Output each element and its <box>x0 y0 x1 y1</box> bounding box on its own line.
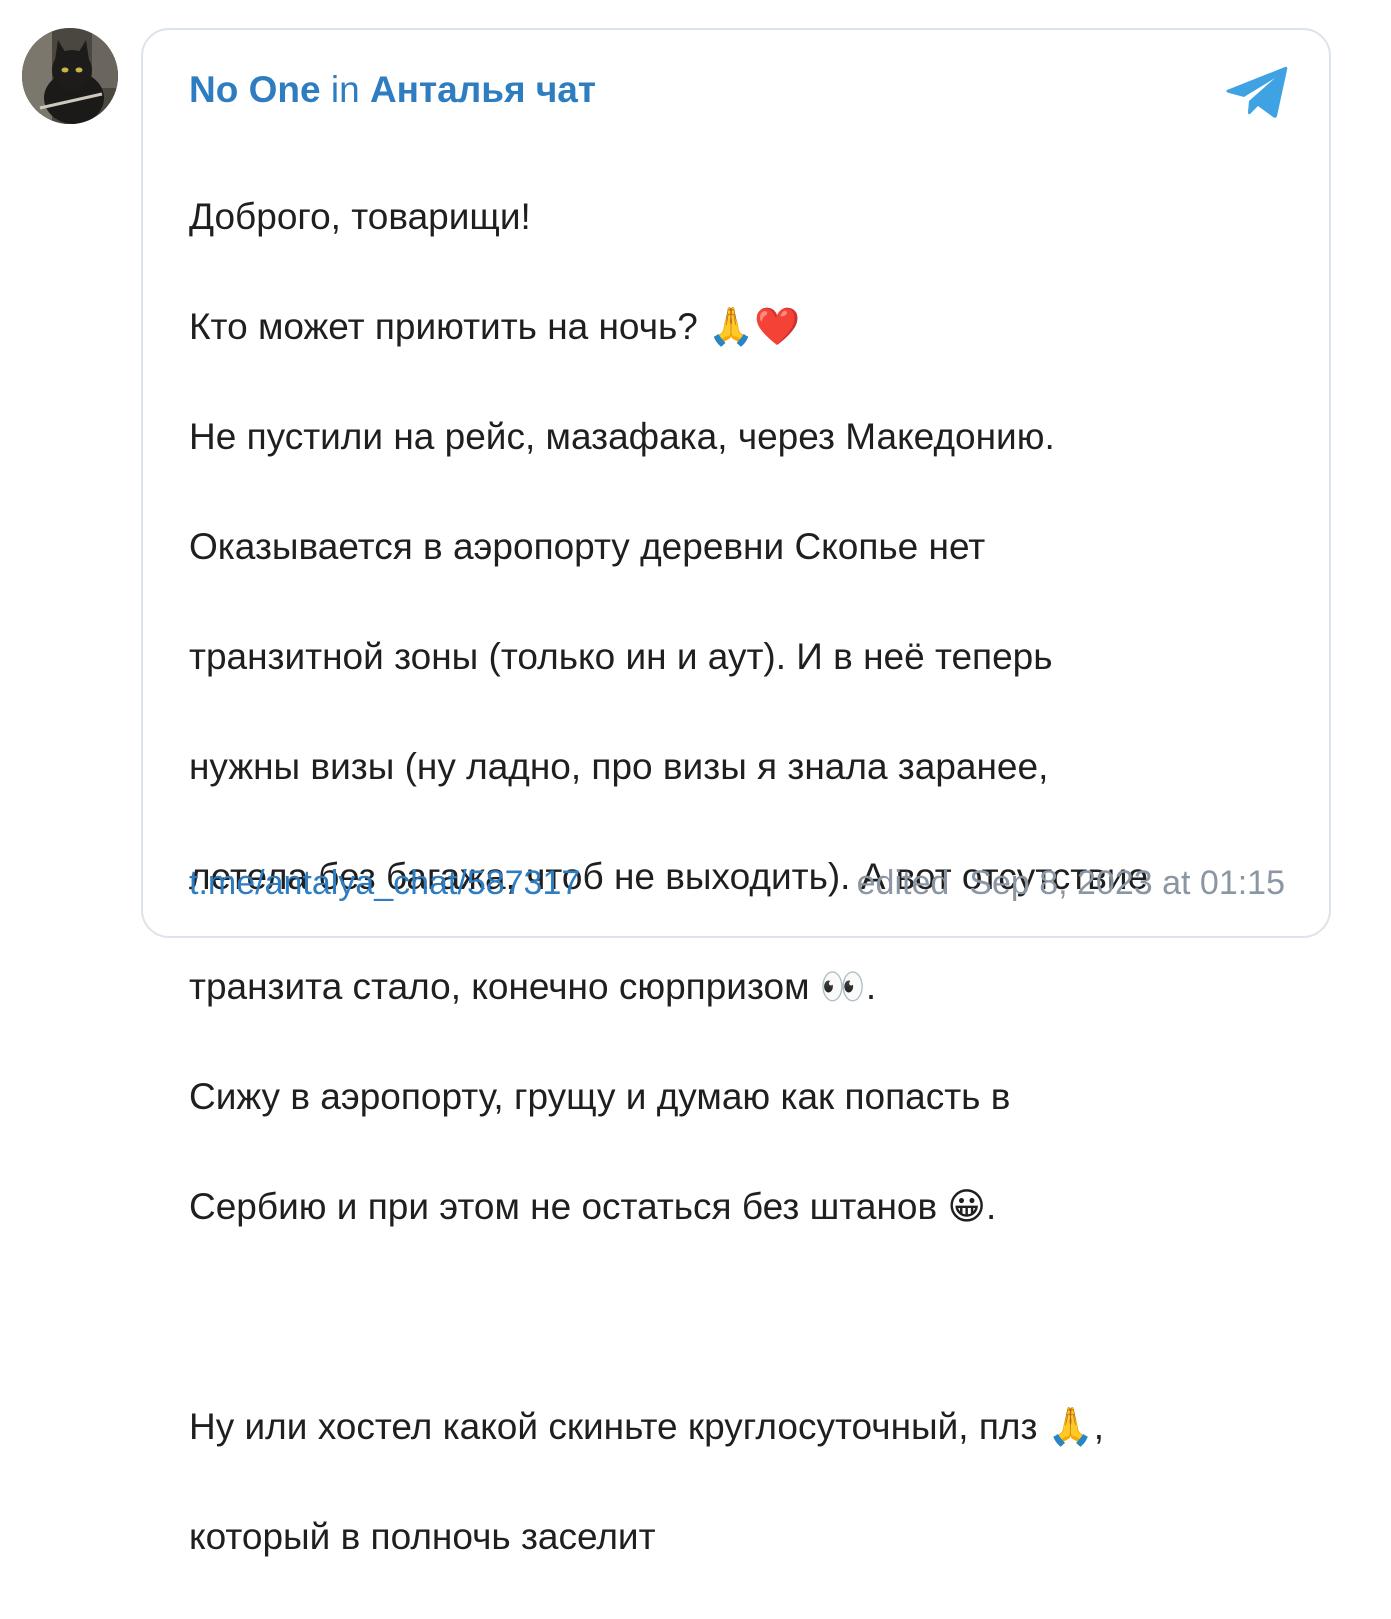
message-line: Доброго, товарищи! <box>189 196 531 237</box>
message-line: транзитной зоны (только ин и аут). И в н… <box>189 636 1053 677</box>
post-header: No One in Анталья чат <box>189 68 596 112</box>
message-line: Ну или хостел какой скиньте круглосуточн… <box>189 1406 1105 1447</box>
header-connector: in <box>330 69 360 110</box>
message-line <box>189 1289 1309 1344</box>
message-line: транзита стало, конечно сюрпризом 👀. <box>189 966 877 1007</box>
message-line: Кто может приютить на ночь? 🙏❤️ <box>189 306 801 347</box>
chat-name[interactable]: Анталья чат <box>370 69 596 110</box>
post-meta: edited Sep 8, 2023 at 01:15 <box>857 862 1285 904</box>
avatar[interactable] <box>22 28 118 124</box>
message-line: Сербию и при этом не остаться без штанов… <box>189 1186 997 1227</box>
message-line: который в полночь заселит <box>189 1516 656 1557</box>
edited-label: edited <box>856 864 950 902</box>
sender-name[interactable]: No One <box>189 69 321 110</box>
message-line: Не пустили на рейс, мазафака, через Маке… <box>189 416 1055 457</box>
post-timestamp: Sep 8, 2023 at 01:15 <box>969 864 1285 902</box>
message-line: Оказывается в аэропорту деревни Скопье н… <box>189 526 986 567</box>
message-card: No One in Анталья чат Доброго, товарищи!… <box>141 28 1331 1557</box>
message-line: Сижу в аэропорту, грущу и думаю как попа… <box>189 1076 1011 1117</box>
black-cat-avatar-image <box>22 28 118 124</box>
post-link[interactable]: t.me/antalya_chat/587317 <box>189 862 580 904</box>
telegram-logo-icon[interactable] <box>1225 64 1289 120</box>
message-line: нужны визы (ну ладно, про визы я знала з… <box>189 746 1049 787</box>
